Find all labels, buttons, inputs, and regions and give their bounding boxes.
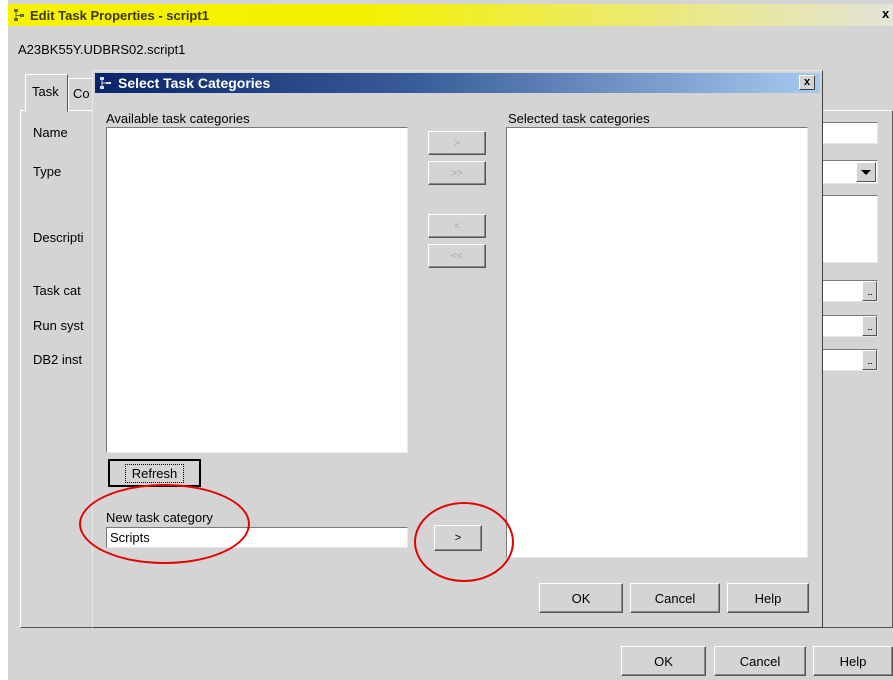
dialog-help-button[interactable]: Help — [727, 583, 809, 613]
task-category-label: Task cat — [33, 283, 81, 298]
tab-task-label: Task — [32, 84, 59, 99]
task-category-browse-button[interactable]: ... — [862, 281, 877, 301]
run-system-label: Run syst — [33, 318, 84, 333]
outer-close-icon[interactable]: x — [882, 6, 889, 21]
task-path: A23BK55Y.UDBRS02.script1 — [18, 42, 186, 57]
description-field[interactable] — [815, 195, 878, 263]
refresh-button[interactable]: Refresh — [108, 459, 201, 487]
db2-instance-label: DB2 inst — [33, 352, 83, 367]
add-category-button[interactable]: > — [428, 131, 486, 155]
outer-cancel-button[interactable]: Cancel — [714, 646, 806, 676]
type-label: Type — [33, 164, 62, 179]
dialog-app-icon — [99, 76, 113, 90]
remove-category-button[interactable]: < — [428, 214, 486, 238]
outer-window-title: Edit Task Properties - script1 — [30, 8, 209, 23]
name-field[interactable] — [815, 122, 878, 144]
annotation-circle-new-category — [79, 484, 250, 564]
description-label: Descripti — [33, 230, 84, 245]
remove-all-categories-button[interactable]: << — [428, 244, 486, 268]
annotation-circle-add-button — [414, 502, 514, 582]
add-all-categories-button[interactable]: >> — [428, 161, 486, 185]
db2-instance-browse-button[interactable]: ... — [862, 350, 877, 370]
window-app-icon — [13, 8, 27, 22]
dialog-close-icon: x — [803, 76, 811, 88]
type-dropdown-arrow-icon[interactable] — [856, 162, 876, 182]
selected-categories-list[interactable] — [506, 127, 808, 558]
tab-co-label: Co — [73, 86, 90, 101]
run-system-browse-button[interactable]: ... — [862, 316, 877, 336]
available-categories-label: Available task categories — [106, 111, 250, 126]
available-categories-list[interactable] — [106, 127, 408, 453]
dialog-cancel-button[interactable]: Cancel — [630, 583, 720, 613]
tab-task[interactable]: Task — [25, 74, 68, 112]
dialog-title: Select Task Categories — [118, 75, 271, 91]
outer-help-button[interactable]: Help — [813, 646, 893, 676]
refresh-button-label: Refresh — [124, 463, 185, 483]
selected-categories-label: Selected task categories — [508, 111, 650, 126]
name-label: Name — [33, 125, 68, 140]
outer-ok-button[interactable]: OK — [621, 646, 706, 676]
dialog-ok-button[interactable]: OK — [539, 583, 623, 613]
dialog-close-button[interactable]: x — [799, 75, 815, 90]
